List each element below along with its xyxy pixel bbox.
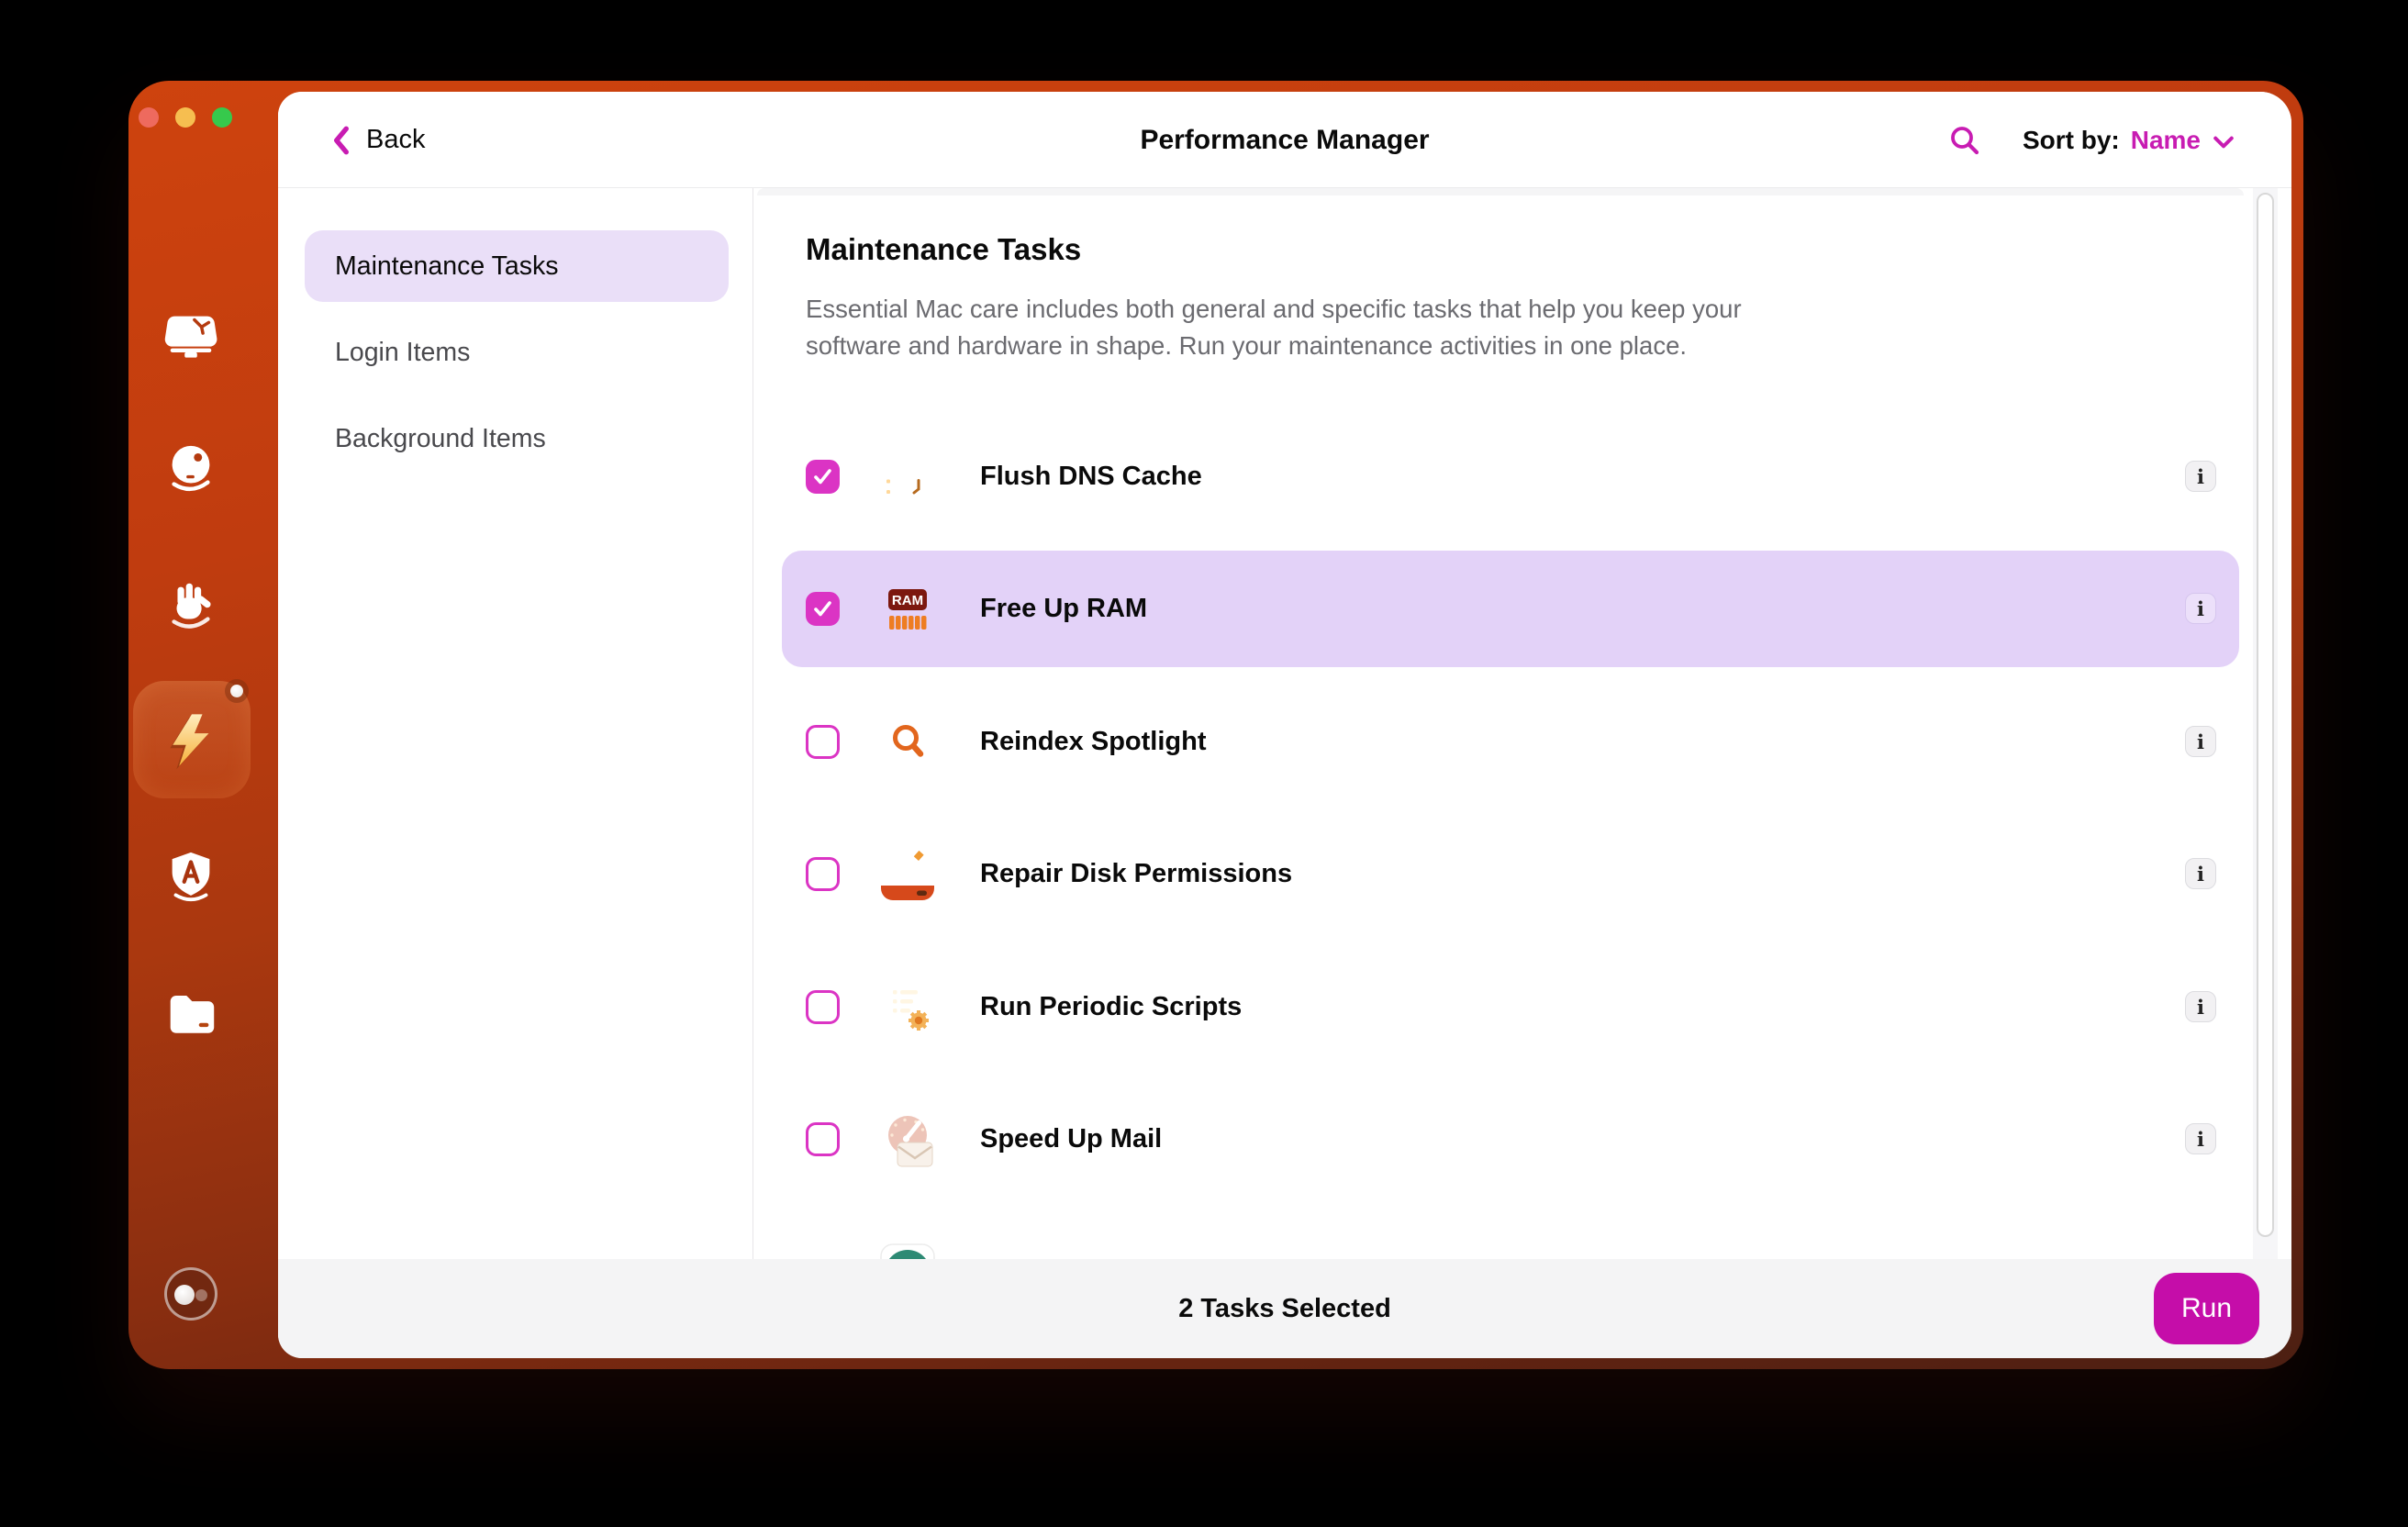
task-checkbox[interactable] xyxy=(806,857,840,891)
cleanup-monitor-icon[interactable] xyxy=(162,307,220,365)
task-row[interactable]: i xyxy=(782,1213,2239,1259)
selected-count-status: 2 Tasks Selected xyxy=(1178,1293,1391,1323)
zoom-window-button[interactable] xyxy=(212,107,232,128)
sidebar-item-label: Maintenance Tasks xyxy=(335,251,559,281)
sidebar-item-maintenance-tasks[interactable]: Maintenance Tasks xyxy=(305,230,729,302)
sidebar-item-label: Background Items xyxy=(335,423,546,453)
task-checkbox[interactable] xyxy=(806,592,840,626)
svg-text:RAM: RAM xyxy=(892,593,923,608)
sort-by-label: Sort by: xyxy=(2022,125,2120,154)
task-row-speed-up-mail[interactable]: Speed Up Mail i xyxy=(782,1081,2239,1198)
page-title: Performance Manager xyxy=(1140,124,1430,155)
sidebar-item-label: Login Items xyxy=(335,337,471,367)
task-checkbox[interactable] xyxy=(806,725,840,759)
window-controls xyxy=(139,107,232,128)
navigation-rail xyxy=(128,81,278,1369)
svg-text:DNS: DNS xyxy=(885,459,916,474)
info-icon[interactable]: i xyxy=(2185,1123,2216,1154)
close-window-button[interactable] xyxy=(139,107,159,128)
back-label: Back xyxy=(366,125,426,154)
notification-badge xyxy=(225,679,249,703)
task-checkbox[interactable] xyxy=(806,460,840,494)
back-button[interactable]: Back xyxy=(331,92,425,188)
protection-hand-icon[interactable] xyxy=(162,576,220,635)
task-list-viewport: Maintenance Tasks Essential Mac care inc… xyxy=(753,188,2291,1259)
scrollbar-track[interactable] xyxy=(2253,188,2278,1259)
sort-control[interactable]: Sort by: Name xyxy=(2023,92,2234,188)
task-row-reindex-spotlight[interactable]: Reindex Spotlight i xyxy=(782,684,2239,800)
sidebar-item-background-items[interactable]: Background Items xyxy=(305,403,729,474)
sidebar-item-login-items[interactable]: Login Items xyxy=(305,317,729,388)
task-label: Flush DNS Cache xyxy=(980,462,1202,491)
chevron-down-icon xyxy=(2213,136,2234,148)
toggle-dot-small xyxy=(195,1289,207,1301)
task-icon xyxy=(877,843,938,904)
checkmark-icon xyxy=(814,601,831,617)
info-icon[interactable]: i xyxy=(2185,991,2216,1022)
task-label: Run Periodic Scripts xyxy=(980,992,1243,1021)
checkmark-icon xyxy=(814,469,831,485)
task-icon xyxy=(877,711,938,772)
task-checkbox[interactable] xyxy=(806,990,840,1024)
chevron-left-icon xyxy=(334,126,349,154)
task-label: Reindex Spotlight xyxy=(980,727,1207,756)
sort-value[interactable]: Name xyxy=(2131,126,2201,155)
task-row-flush-dns-cache[interactable]: DNS Flush DNS Cache i xyxy=(782,418,2239,535)
applications-shield-icon[interactable] xyxy=(162,847,220,906)
run-button[interactable]: Run xyxy=(2154,1273,2259,1344)
info-icon[interactable]: i xyxy=(2185,726,2216,757)
action-footer: 2 Tasks Selected Run xyxy=(278,1259,2291,1358)
app-window: Back Performance Manager Sort by: Name M… xyxy=(128,81,2303,1369)
task-icon: RAM xyxy=(877,578,938,639)
info-icon[interactable]: i xyxy=(2185,858,2216,889)
search-icon[interactable] xyxy=(1948,124,1981,157)
info-icon[interactable]: i xyxy=(2185,593,2216,624)
task-icon: DNS xyxy=(877,446,938,507)
task-icon xyxy=(877,1109,938,1169)
task-checkbox[interactable] xyxy=(806,1122,840,1156)
task-row-run-periodic-scripts[interactable]: Run Periodic Scripts i xyxy=(782,949,2239,1065)
task-icon xyxy=(877,976,938,1037)
task-icon xyxy=(877,1241,938,1259)
task-label: Speed Up Mail xyxy=(980,1124,1163,1154)
section-sidebar: Maintenance Tasks Login Items Background… xyxy=(278,188,753,1259)
task-row-free-up-ram[interactable]: RAM Free Up RAM i xyxy=(782,551,2239,667)
files-folder-icon[interactable] xyxy=(162,985,220,1043)
task-label: Repair Disk Permissions xyxy=(980,859,1293,888)
info-icon[interactable]: i xyxy=(2185,461,2216,492)
content-panel: Back Performance Manager Sort by: Name M… xyxy=(278,92,2291,1358)
task-list: DNS Flush DNS Cache i RAM Free Up RAM i … xyxy=(753,188,2291,1259)
task-label: Free Up RAM xyxy=(980,594,1148,623)
minimize-window-button[interactable] xyxy=(175,107,195,128)
assistant-toggle-icon[interactable] xyxy=(164,1267,217,1321)
scrollbar-thumb[interactable] xyxy=(2257,193,2274,1237)
smart-ball-icon[interactable] xyxy=(162,440,220,499)
toolbar: Back Performance Manager Sort by: Name xyxy=(278,92,2291,188)
task-row-repair-disk-permissions[interactable]: Repair Disk Permissions i xyxy=(782,816,2239,932)
toggle-dot-large xyxy=(174,1285,195,1305)
performance-bolt-icon[interactable] xyxy=(133,679,251,798)
